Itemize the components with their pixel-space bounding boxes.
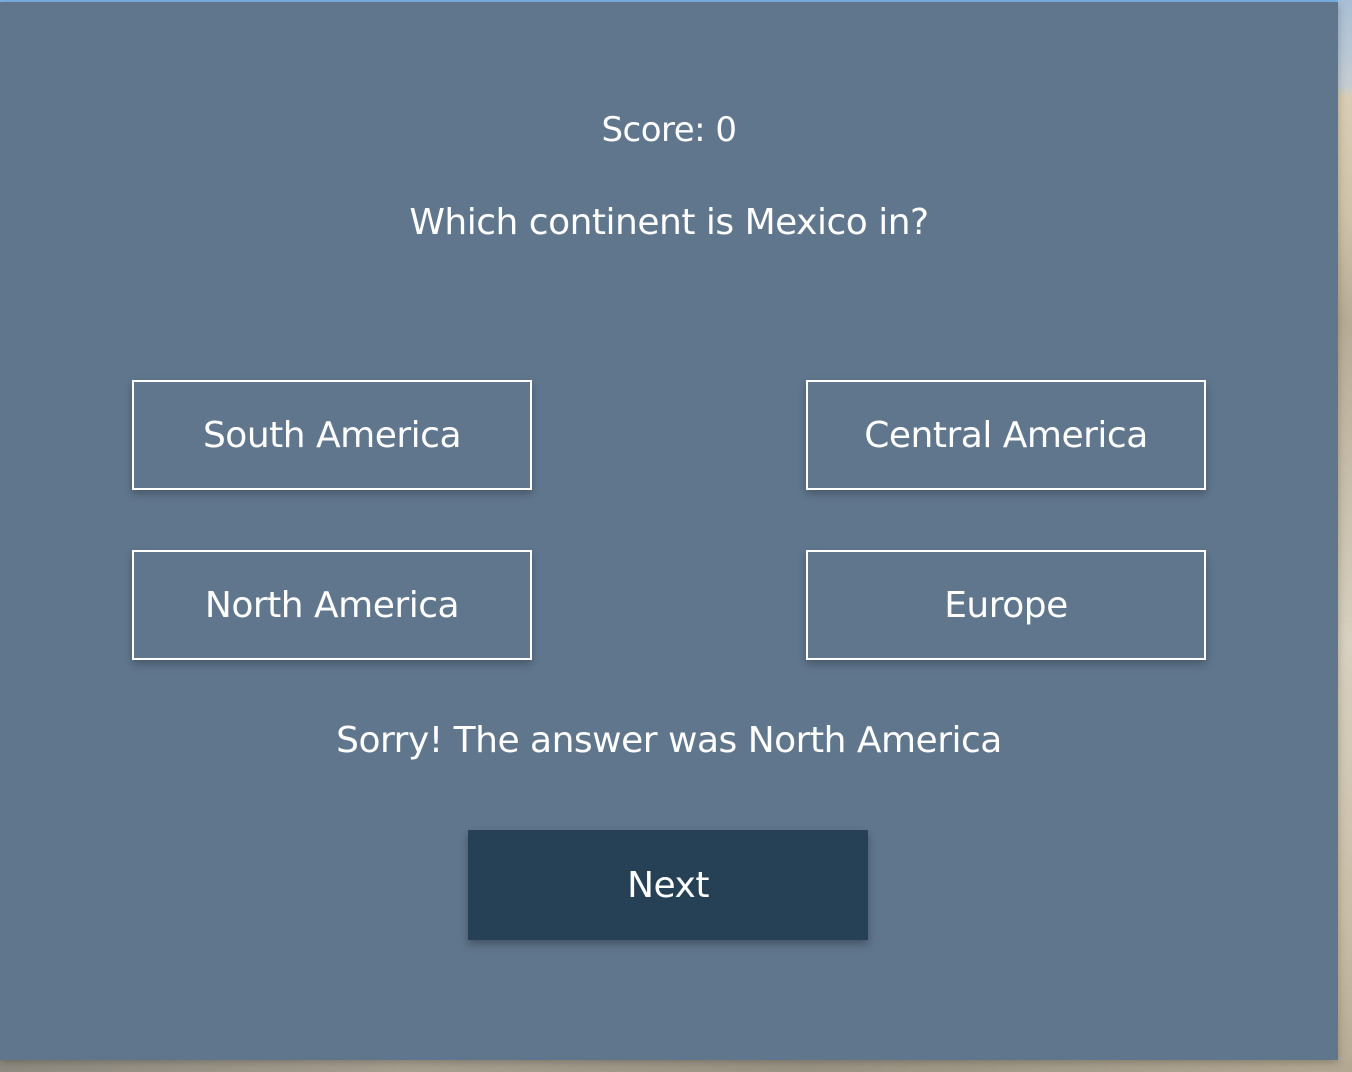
quiz-panel: Score: 0 Which continent is Mexico in? S… [0, 2, 1338, 1060]
background-image-bottom-edge [0, 1060, 1352, 1072]
question-text: Which continent is Mexico in? [409, 202, 929, 243]
answer-feedback: Sorry! The answer was North America [336, 720, 1002, 761]
answer-button-europe[interactable]: Europe [806, 550, 1206, 660]
answer-button-south-america[interactable]: South America [132, 380, 532, 490]
answer-button-central-america[interactable]: Central America [806, 380, 1206, 490]
background-image-edge [1338, 0, 1352, 1072]
score-display: Score: 0 [601, 110, 737, 150]
next-button[interactable]: Next [468, 830, 868, 940]
answer-button-north-america[interactable]: North America [132, 550, 532, 660]
